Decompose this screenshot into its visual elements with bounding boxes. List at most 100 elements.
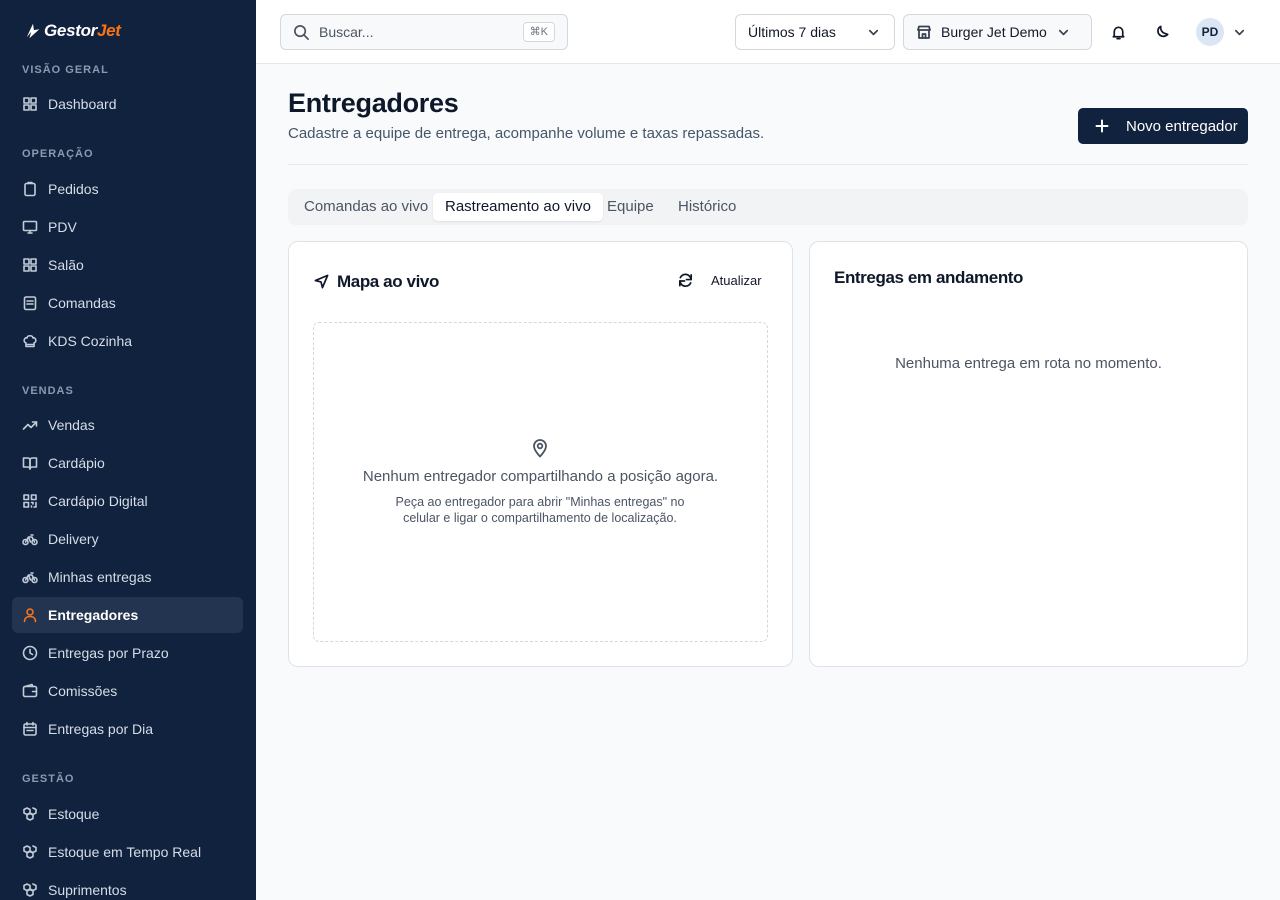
sidebar-item-salao[interactable]: Salão — [12, 247, 243, 283]
brand-logo[interactable]: GestorJet — [24, 20, 121, 42]
sidebar-item-pdv[interactable]: PDV — [12, 209, 243, 245]
sidebar-item-estoque[interactable]: Estoque — [12, 796, 243, 832]
chevron-down-icon — [868, 29, 879, 36]
deliveries-empty-message: Nenhuma entrega em rota no momento. — [895, 355, 1162, 372]
chef-hat-icon — [22, 333, 38, 349]
sidebar-item-entregas-por-dia[interactable]: Entregas por Dia — [12, 711, 243, 747]
navigation-arrow-icon — [314, 274, 329, 289]
avatar[interactable]: PD — [1196, 18, 1224, 46]
store-icon — [917, 25, 931, 39]
moon-icon — [1156, 25, 1169, 37]
theme-toggle-button[interactable] — [1150, 20, 1174, 44]
bike-icon — [22, 531, 38, 547]
sidebar-item-suprimentos[interactable]: Suprimentos — [12, 872, 243, 900]
map-placeholder: Nenhum entregador compartilhando a posiç… — [313, 322, 768, 642]
new-courier-button[interactable]: Novo entregador — [1078, 108, 1248, 144]
boxes-icon — [22, 882, 38, 898]
sidebar-item-cardapio-digital[interactable]: Cardápio Digital — [12, 483, 243, 519]
tab-equipe[interactable]: Equipe — [595, 193, 666, 221]
section-label-gestao: GESTÃO — [22, 773, 75, 785]
trend-up-icon — [22, 417, 38, 433]
tab-comandas-ao-vivo[interactable]: Comandas ao vivo — [292, 193, 440, 221]
search-placeholder: Buscar... — [319, 24, 374, 40]
sidebar-item-minhas-entregas[interactable]: Minhas entregas — [12, 559, 243, 595]
sidebar-item-estoque-tempo-real[interactable]: Estoque em Tempo Real — [12, 834, 243, 870]
sidebar-item-label: Dashboard — [48, 96, 117, 112]
sidebar-item-label: Cardápio Digital — [48, 493, 148, 509]
tab-bar: Comandas ao vivo Rastreamento ao vivo Eq… — [288, 189, 1248, 225]
header-divider — [288, 164, 1248, 165]
live-map-title: Mapa ao vivo — [337, 272, 439, 291]
grid-icon — [22, 257, 38, 273]
sidebar-item-dashboard[interactable]: Dashboard — [12, 86, 243, 122]
sidebar: GestorJet VISÃO GERAL Dashboard OPERAÇÃO… — [0, 0, 256, 900]
search-icon — [294, 24, 309, 40]
jet-logo-icon — [26, 23, 40, 39]
clock-icon — [22, 645, 38, 661]
period-select[interactable]: Últimos 7 dias — [735, 14, 895, 50]
section-label-operacao: OPERAÇÃO — [22, 148, 94, 160]
live-map-card: Mapa ao vivo Atualizar Nenhum entregador… — [288, 241, 793, 667]
tab-historico[interactable]: Histórico — [666, 193, 748, 221]
chevron-down-icon[interactable] — [1233, 26, 1246, 39]
monitor-icon — [22, 219, 38, 235]
sidebar-item-label: KDS Cozinha — [48, 333, 133, 349]
bell-icon — [1111, 25, 1125, 39]
sidebar-item-label: Estoque — [48, 806, 100, 822]
store-select[interactable]: Burger Jet Demo — [903, 14, 1092, 50]
sidebar-item-label: Comissões — [48, 683, 118, 699]
search-shortcut-badge: ⌘K — [522, 22, 555, 42]
sidebar-item-label: Entregadores — [48, 607, 139, 623]
map-pin-icon — [533, 439, 547, 458]
user-icon — [22, 607, 38, 623]
sidebar-item-label: Estoque em Tempo Real — [48, 844, 202, 860]
boxes-icon — [22, 806, 38, 822]
refresh-icon — [678, 273, 693, 288]
bike-icon — [22, 569, 38, 585]
sidebar-item-comissoes[interactable]: Comissões — [12, 673, 243, 709]
search-input[interactable]: Buscar... ⌘K — [280, 14, 568, 50]
sidebar-item-label: Salão — [48, 257, 84, 273]
brand-name: GestorJet — [44, 21, 121, 40]
sidebar-item-vendas[interactable]: Vendas — [12, 407, 243, 443]
chevron-down-icon — [1058, 29, 1068, 35]
refresh-button-label: Atualizar — [711, 273, 762, 288]
store-select-value: Burger Jet Demo — [941, 24, 1047, 40]
sidebar-item-pedidos[interactable]: Pedidos — [12, 171, 243, 207]
sidebar-item-label: Cardápio — [48, 455, 105, 471]
sidebar-item-label: Pedidos — [48, 181, 99, 197]
section-label-vendas: VENDAS — [22, 385, 74, 397]
book-icon — [22, 455, 38, 471]
page-subtitle: Cadastre a equipe de entrega, acompanhe … — [288, 125, 765, 142]
sidebar-item-label: Delivery — [48, 531, 99, 547]
topbar: Buscar... ⌘K Últimos 7 dias Burger Jet D… — [256, 0, 1280, 64]
clipboard-icon — [22, 181, 38, 197]
page-title: Entregadores — [288, 88, 459, 118]
sidebar-item-label: Entregas por Dia — [48, 721, 154, 737]
sidebar-item-label: Suprimentos — [48, 882, 127, 898]
notifications-button[interactable] — [1106, 20, 1130, 44]
sidebar-item-label: Minhas entregas — [48, 569, 152, 585]
sidebar-item-delivery[interactable]: Delivery — [12, 521, 243, 557]
deliveries-in-progress-card: Entregas em andamento Nenhuma entrega em… — [809, 241, 1248, 667]
new-courier-button-label: Novo entregador — [1126, 117, 1238, 135]
wallet-icon — [22, 683, 38, 699]
sidebar-item-label: Vendas — [48, 417, 95, 433]
sidebar-item-kds-cozinha[interactable]: KDS Cozinha — [12, 323, 243, 359]
tab-rastreamento-ao-vivo[interactable]: Rastreamento ao vivo — [433, 193, 603, 221]
sidebar-item-label: Entregas por Prazo — [48, 645, 169, 661]
period-select-value: Últimos 7 dias — [748, 24, 836, 40]
map-empty-hint: Peça ao entregador para abrir "Minhas en… — [395, 495, 685, 525]
sidebar-item-entregadores[interactable]: Entregadores — [12, 597, 243, 633]
plus-icon — [1095, 119, 1109, 133]
sidebar-item-label: Comandas — [48, 295, 116, 311]
list-icon — [22, 295, 38, 311]
calendar-icon — [22, 721, 38, 737]
grid-icon — [22, 96, 38, 112]
boxes-icon — [22, 844, 38, 860]
section-label-visao-geral: VISÃO GERAL — [22, 64, 109, 76]
refresh-button[interactable]: Atualizar — [677, 272, 762, 289]
sidebar-item-cardapio[interactable]: Cardápio — [12, 445, 243, 481]
sidebar-item-entregas-por-prazo[interactable]: Entregas por Prazo — [12, 635, 243, 671]
sidebar-item-comandas[interactable]: Comandas — [12, 285, 243, 321]
